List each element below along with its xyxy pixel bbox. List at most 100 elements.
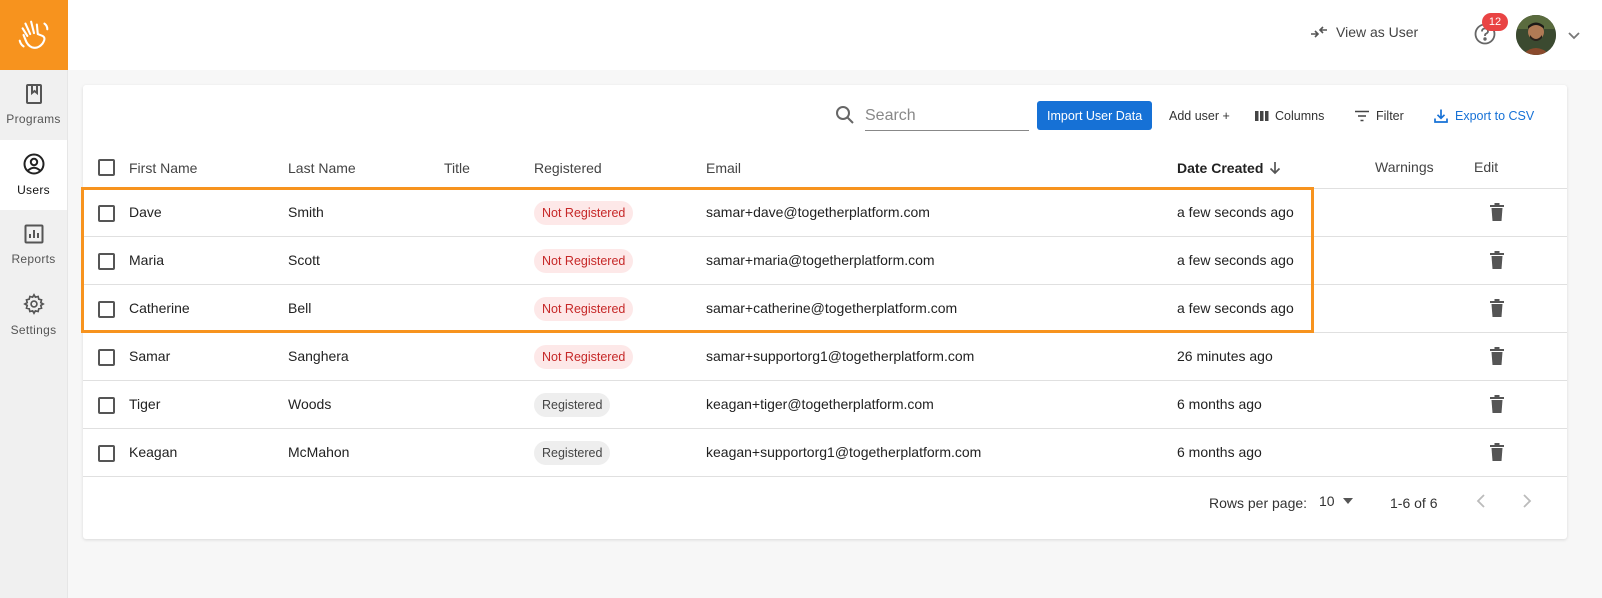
cell-email: keagan+tiger@togetherplatform.com — [706, 396, 934, 412]
book-icon — [25, 84, 42, 104]
search-icon — [836, 106, 854, 124]
header-first-name[interactable]: First Name — [129, 160, 197, 176]
sidebar-item-users[interactable]: Users — [0, 140, 67, 210]
filter-label: Filter — [1376, 108, 1404, 123]
user-avatar-image — [1516, 15, 1556, 55]
sidebar-item-settings[interactable]: Settings — [0, 280, 67, 350]
cell-last-name: Sanghera — [288, 348, 349, 364]
export-csv-button[interactable]: Export to CSV — [1433, 101, 1534, 130]
columns-button[interactable]: Columns — [1255, 101, 1324, 130]
row-checkbox[interactable] — [98, 397, 115, 414]
row-checkbox[interactable] — [98, 253, 115, 270]
cell-email: samar+dave@togetherplatform.com — [706, 204, 930, 220]
add-user-button[interactable]: Add user + — [1169, 101, 1230, 130]
row-checkbox[interactable] — [98, 349, 115, 366]
cell-first-name: Tiger — [129, 396, 161, 412]
swap-arrows-icon — [1311, 26, 1327, 38]
cell-first-name: Dave — [129, 204, 162, 220]
search-input[interactable] — [865, 101, 1029, 131]
delete-icon[interactable] — [1490, 395, 1504, 413]
sidebar-item-programs[interactable]: Programs — [0, 70, 67, 140]
rows-per-page-label: Rows per page: — [1209, 495, 1308, 511]
header-email[interactable]: Email — [706, 160, 741, 176]
chevron-left-icon[interactable] — [1475, 493, 1487, 509]
app-logo[interactable] — [0, 0, 68, 70]
cell-first-name: Keagan — [129, 444, 178, 460]
table-row[interactable]: Tiger Woods Registered keagan+tiger@toge… — [83, 381, 1567, 429]
header-title[interactable]: Title — [444, 160, 470, 176]
cell-last-name: Scott — [288, 252, 320, 268]
row-checkbox[interactable] — [98, 205, 115, 222]
columns-label: Columns — [1275, 108, 1325, 123]
cell-last-name: Smith — [288, 204, 324, 220]
table-row[interactable]: Dave Smith Not Registered samar+dave@tog… — [83, 189, 1567, 237]
delete-icon[interactable] — [1490, 251, 1504, 269]
cell-first-name: Maria — [129, 252, 165, 268]
filter-button[interactable]: Filter — [1354, 101, 1404, 130]
table-pagination: Rows per page: 10 1-6 of 6 — [83, 477, 1567, 527]
top-bar: View as User 12 — [68, 0, 1602, 70]
rows-per-page-select[interactable]: 10 — [1319, 493, 1353, 509]
table-row[interactable]: Maria Scott Not Registered samar+maria@t… — [83, 237, 1567, 285]
cell-last-name: McMahon — [288, 444, 350, 460]
cell-date-created: 6 months ago — [1177, 444, 1262, 460]
header-registered[interactable]: Registered — [534, 160, 602, 176]
sidebar-item-label: Programs — [6, 112, 61, 126]
sidebar-item-label: Settings — [10, 323, 57, 337]
cell-date-created: 6 months ago — [1177, 396, 1262, 412]
table-header: First Name Last Name Title Registered Em… — [83, 147, 1567, 189]
cell-date-created: 26 minutes ago — [1177, 348, 1273, 364]
sidebar-item-label: Reports — [11, 252, 56, 266]
table-toolbar: Import User Data Add user + Columns Filt… — [83, 85, 1567, 147]
table-row[interactable]: Samar Sanghera Not Registered samar+supp… — [83, 333, 1567, 381]
export-csv-label: Export to CSV — [1455, 108, 1535, 123]
header-last-name[interactable]: Last Name — [288, 160, 356, 176]
download-icon — [1434, 109, 1448, 123]
view-as-user-label: View as User — [1336, 24, 1419, 40]
delete-icon[interactable] — [1490, 299, 1504, 317]
status-badge: Registered — [534, 441, 611, 465]
delete-icon[interactable] — [1490, 347, 1504, 365]
header-date-created[interactable]: Date Created — [1177, 160, 1281, 176]
row-checkbox[interactable] — [98, 445, 115, 462]
table-row[interactable]: Catherine Bell Not Registered samar+cath… — [83, 285, 1567, 333]
account-menu-chevron[interactable] — [1567, 28, 1581, 46]
select-all-checkbox[interactable] — [98, 159, 115, 176]
delete-icon[interactable] — [1490, 443, 1504, 461]
cell-date-created: a few seconds ago — [1177, 300, 1294, 316]
status-badge: Not Registered — [534, 249, 634, 273]
cell-first-name: Samar — [129, 348, 171, 364]
sort-arrow-down-icon — [1270, 162, 1281, 175]
cell-first-name: Catherine — [129, 300, 190, 316]
header-edit: Edit — [1474, 159, 1499, 175]
view-as-user-button[interactable]: View as User — [1310, 24, 1418, 40]
rows-per-page-value: 10 — [1319, 493, 1335, 509]
sidebar: Programs Users Reports Settings — [0, 0, 68, 598]
cell-last-name: Woods — [288, 396, 332, 412]
sidebar-item-label: Users — [17, 183, 50, 197]
add-user-label: Add user + — [1169, 108, 1230, 123]
cell-email: samar+catherine@togetherplatform.com — [706, 300, 958, 316]
table-row[interactable]: Keagan McMahon Registered keagan+support… — [83, 429, 1567, 477]
notification-badge: 12 — [1482, 13, 1508, 31]
gear-icon — [22, 293, 45, 315]
avatar[interactable] — [1516, 15, 1556, 55]
sidebar-item-reports[interactable]: Reports — [0, 210, 67, 280]
status-badge: Registered — [534, 393, 611, 417]
bar-chart-icon — [24, 224, 43, 244]
pagination-range: 1-6 of 6 — [1390, 495, 1438, 511]
import-user-data-button[interactable]: Import User Data — [1037, 101, 1153, 130]
delete-icon[interactable] — [1490, 203, 1504, 221]
cell-date-created: a few seconds ago — [1177, 252, 1294, 268]
cell-email: samar+supportorg1@togetherplatform.com — [706, 348, 975, 364]
columns-icon — [1255, 110, 1269, 121]
header-date-created-label: Date Created — [1177, 160, 1264, 176]
chevron-down-icon — [1568, 32, 1580, 40]
filter-icon — [1355, 110, 1369, 121]
status-badge: Not Registered — [534, 201, 634, 225]
header-warnings: Warnings — [1375, 159, 1434, 175]
row-checkbox[interactable] — [98, 301, 115, 318]
status-badge: Not Registered — [534, 345, 634, 369]
chevron-right-icon[interactable] — [1521, 493, 1533, 509]
cell-date-created: a few seconds ago — [1177, 204, 1294, 220]
